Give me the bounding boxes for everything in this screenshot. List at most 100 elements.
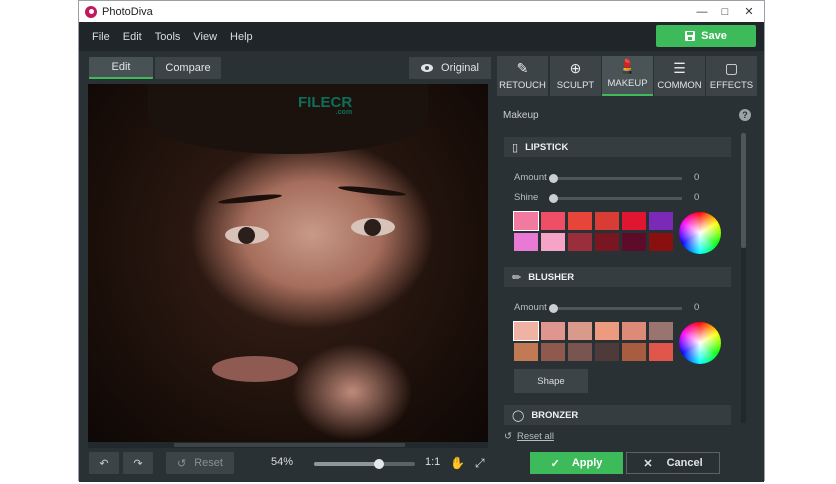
lipstick-amount-value: 0 xyxy=(694,172,700,183)
tab-common-label: COMMON xyxy=(657,80,702,91)
lipstick-section-header[interactable]: ▯ LIPSTICK xyxy=(504,137,731,157)
slider-knob[interactable] xyxy=(549,194,558,203)
color-swatch[interactable] xyxy=(649,322,673,340)
apply-button[interactable]: ✓ Apply xyxy=(530,452,623,474)
blusher-section-header[interactable]: ✏ BLUSHER xyxy=(504,267,731,287)
blusher-amount-slider[interactable] xyxy=(549,304,682,313)
tab-sculpt[interactable]: ⊕ SCULPT xyxy=(550,56,601,96)
color-swatch[interactable] xyxy=(513,321,539,341)
tab-retouch-label: RETOUCH xyxy=(499,80,546,91)
apply-label: Apply xyxy=(571,457,603,469)
lipstick-color-wheel[interactable] xyxy=(679,212,721,254)
color-swatch[interactable] xyxy=(541,233,565,251)
bronzer-title: BRONZER xyxy=(531,409,579,421)
color-swatch[interactable] xyxy=(649,343,673,361)
right-eyebrow xyxy=(337,184,407,198)
lipstick-icon: ▯ xyxy=(512,141,519,154)
zoom-slider-knob[interactable] xyxy=(373,459,384,469)
color-swatch[interactable] xyxy=(513,211,539,231)
cancel-button[interactable]: ✕ Cancel xyxy=(626,452,720,474)
tab-sculpt-label: SCULPT xyxy=(556,80,595,91)
color-swatch[interactable] xyxy=(568,233,592,251)
color-swatch[interactable] xyxy=(622,233,646,251)
undo-button[interactable]: ↶ xyxy=(89,452,119,474)
zoom-ratio-button[interactable]: 1:1 xyxy=(425,456,440,468)
blusher-title: BLUSHER xyxy=(528,271,575,283)
color-swatch[interactable] xyxy=(541,322,565,340)
blusher-amount-label: Amount xyxy=(514,302,547,313)
tab-effects[interactable]: ▢ EFFECTS xyxy=(706,56,757,96)
shape-button[interactable]: Shape xyxy=(514,369,588,393)
color-swatch[interactable] xyxy=(595,343,619,361)
tab-common[interactable]: ☰ COMMON xyxy=(654,56,705,96)
horizontal-scrollbar[interactable] xyxy=(88,442,488,448)
retouch-icon: ✎ xyxy=(516,60,529,76)
save-icon xyxy=(685,31,696,41)
tab-makeup-label: MAKEUP xyxy=(607,78,648,89)
watermark: FILECR .com xyxy=(298,94,352,116)
menu-view[interactable]: View xyxy=(193,31,217,43)
color-swatch[interactable] xyxy=(595,233,619,251)
brush-icon: ✏ xyxy=(512,271,522,284)
color-swatch[interactable] xyxy=(649,212,673,230)
lipstick-shine-value: 0 xyxy=(694,192,700,203)
reset-label: Reset xyxy=(194,457,223,469)
color-swatch[interactable] xyxy=(649,233,673,251)
reset-button[interactable]: ↺ Reset xyxy=(166,452,234,474)
blusher-color-wheel[interactable] xyxy=(679,322,721,364)
color-swatch[interactable] xyxy=(595,322,619,340)
fit-screen-icon[interactable]: ⤢ xyxy=(475,456,485,471)
color-swatch[interactable] xyxy=(568,343,592,361)
bronzer-icon: ◯ xyxy=(512,409,525,422)
color-swatch[interactable] xyxy=(514,233,538,251)
color-swatch[interactable] xyxy=(541,343,565,361)
help-icon[interactable]: ? xyxy=(739,109,751,121)
scroll-thumb[interactable] xyxy=(174,443,405,447)
minimize-icon[interactable]: — xyxy=(690,1,714,22)
color-swatch[interactable] xyxy=(622,343,646,361)
reset-all-link[interactable]: ↺ Reset all xyxy=(504,431,554,442)
color-swatch[interactable] xyxy=(622,212,646,230)
effects-icon: ▢ xyxy=(724,60,739,76)
color-swatch[interactable] xyxy=(514,343,538,361)
sliders-icon: ☰ xyxy=(673,60,686,76)
zoom-slider[interactable] xyxy=(314,459,415,469)
tab-edit[interactable]: Edit xyxy=(89,57,153,79)
redo-button[interactable]: ↷ xyxy=(123,452,153,474)
color-swatch[interactable] xyxy=(568,212,592,230)
menu-tools[interactable]: Tools xyxy=(155,31,181,43)
close-icon[interactable]: ✕ xyxy=(737,1,761,22)
maximize-icon[interactable]: □ xyxy=(713,1,737,22)
tab-compare[interactable]: Compare xyxy=(155,57,221,79)
color-swatch[interactable] xyxy=(541,212,565,230)
color-swatch[interactable] xyxy=(568,322,592,340)
panel-scroll-thumb[interactable] xyxy=(741,133,746,248)
photo-canvas[interactable]: FILECR .com xyxy=(88,84,488,442)
lips xyxy=(212,356,298,382)
lipstick-shine-slider[interactable] xyxy=(549,194,682,203)
lipstick-amount-label: Amount xyxy=(514,172,547,183)
color-swatch[interactable] xyxy=(622,322,646,340)
original-label: Original xyxy=(441,62,479,74)
menu-help[interactable]: Help xyxy=(230,31,253,43)
tools-panel: ✎ RETOUCH ⊕ SCULPT 💄 MAKEUP ☰ COMMON ▢ E… xyxy=(495,51,764,482)
check-icon: ✓ xyxy=(550,457,560,470)
menu-edit[interactable]: Edit xyxy=(123,31,142,43)
zoom-percent: 54% xyxy=(271,456,294,468)
tab-makeup[interactable]: 💄 MAKEUP xyxy=(602,56,653,96)
slider-knob[interactable] xyxy=(549,174,558,183)
save-button[interactable]: Save xyxy=(656,25,756,47)
menu-file[interactable]: File xyxy=(92,31,110,43)
bronzer-section-header[interactable]: ◯ BRONZER xyxy=(504,405,731,425)
hand-tool-icon[interactable]: ✋ xyxy=(450,456,465,470)
lipstick-amount-slider[interactable] xyxy=(549,174,682,183)
save-label: Save xyxy=(701,30,727,42)
tab-retouch[interactable]: ✎ RETOUCH xyxy=(497,56,548,96)
slider-knob[interactable] xyxy=(549,304,558,313)
original-button[interactable]: Original xyxy=(409,57,491,79)
panel-scrollbar[interactable] xyxy=(741,133,746,423)
canvas-area: Edit Compare Original FILECR .com ↶ ↷ ↺ … xyxy=(79,51,495,482)
color-swatch[interactable] xyxy=(595,212,619,230)
right-eye xyxy=(351,218,395,236)
menu-bar: File Edit Tools View Help Save xyxy=(79,22,764,51)
